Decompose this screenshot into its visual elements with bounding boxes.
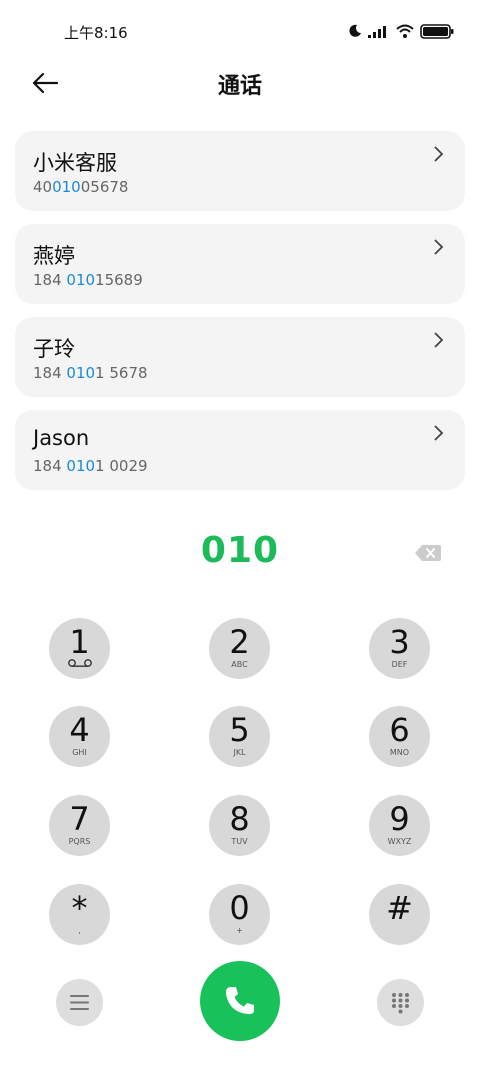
contact-name: 子玲 [33, 337, 75, 361]
status-bar: 上午8:16 [0, 0, 480, 62]
key-0[interactable]: 0 + [209, 884, 270, 945]
bottom-action-row [0, 961, 480, 1041]
call-button[interactable] [200, 961, 280, 1041]
key-hash[interactable]: # [369, 884, 430, 945]
menu-icon [70, 995, 89, 1010]
contact-card[interactable]: 小米客服 4001005678 [15, 131, 465, 211]
phone-icon [222, 983, 258, 1019]
contact-name: 燕婷 [33, 244, 75, 268]
key-9[interactable]: 9 WXYZ [369, 795, 430, 856]
chevron-right-icon [433, 145, 445, 163]
contact-number: 184 0101 0029 [33, 457, 148, 475]
key-star[interactable]: * , [49, 884, 110, 945]
backspace-button[interactable] [414, 543, 442, 563]
contact-number: 184 01015689 [33, 271, 143, 289]
chevron-right-icon [433, 238, 445, 256]
status-time: 上午8:16 [64, 24, 128, 42]
contact-number: 4001005678 [33, 178, 129, 196]
menu-button[interactable] [56, 979, 103, 1026]
key-8[interactable]: 8 TUV [209, 795, 270, 856]
backspace-icon [414, 543, 442, 563]
chevron-right-icon [433, 331, 445, 349]
page-title: 通话 [217, 74, 262, 99]
match-highlight: 010 [66, 364, 96, 382]
contact-number: 184 0101 5678 [33, 364, 148, 382]
key-2[interactable]: 2 ABC [209, 618, 270, 679]
contact-card[interactable]: 子玲 184 0101 5678 [15, 317, 465, 397]
key-4[interactable]: 4 GHI [49, 706, 110, 767]
contact-name: 小米客服 [33, 151, 117, 175]
signal-icon [368, 24, 390, 38]
contact-card[interactable]: Jason 184 0101 0029 [15, 410, 465, 490]
status-icons [348, 22, 454, 40]
keypad-toggle-button[interactable] [377, 979, 424, 1026]
match-highlight: 010 [52, 178, 81, 196]
voicemail-icon [67, 658, 93, 668]
wifi-icon [396, 24, 414, 38]
contact-list: 小米客服 4001005678 燕婷 184 01015689 子玲 184 0… [15, 131, 465, 503]
key-6[interactable]: 6 MNO [369, 706, 430, 767]
chevron-right-icon [433, 424, 445, 442]
contact-name: Jason [33, 426, 90, 450]
key-1[interactable]: 1 [49, 618, 110, 679]
key-5[interactable]: 5 JKL [209, 706, 270, 767]
battery-icon [420, 23, 454, 39]
match-highlight: 010 [66, 271, 96, 289]
key-3[interactable]: 3 DEF [369, 618, 430, 679]
dialpad-icon [391, 992, 410, 1014]
dial-input-display: 010 [200, 530, 280, 571]
contact-card[interactable]: 燕婷 184 01015689 [15, 224, 465, 304]
key-7[interactable]: 7 PQRS [49, 795, 110, 856]
header: 通话 [0, 62, 480, 106]
match-highlight: 010 [66, 457, 96, 475]
moon-icon [348, 24, 362, 38]
